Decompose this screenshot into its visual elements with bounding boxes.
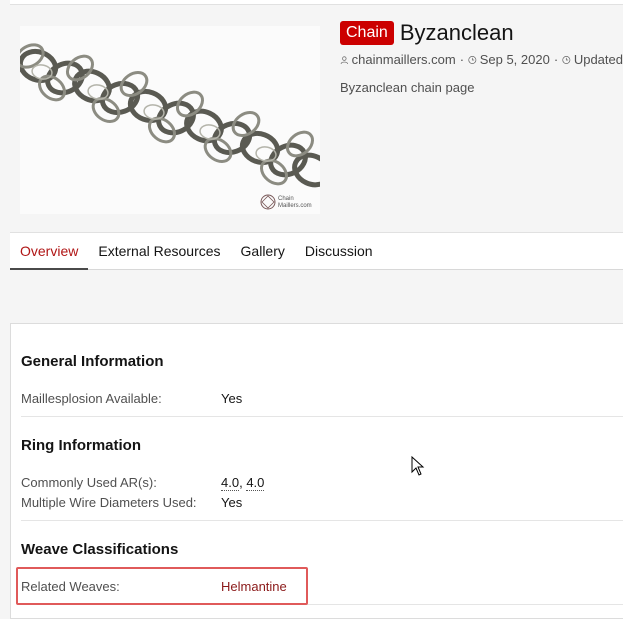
highlight-box bbox=[16, 567, 308, 605]
tab-overview[interactable]: Overview bbox=[10, 233, 89, 270]
svg-text:Chain: Chain bbox=[278, 196, 294, 202]
page-description: Byzanclean chain page bbox=[340, 80, 475, 95]
page-title: Byzanclean bbox=[399, 20, 514, 45]
weave-classifications-heading: Weave Classifications bbox=[21, 541, 179, 558]
row-value: Yes bbox=[221, 495, 243, 510]
top-border bbox=[10, 0, 623, 5]
ring-information-heading: Ring Information bbox=[21, 437, 141, 454]
weave-image[interactable]: Chain Maillers.com bbox=[20, 26, 320, 214]
info-card: General Information Maillesplosion Avail… bbox=[10, 323, 623, 619]
row-value: 4.0, 4.0 bbox=[221, 475, 265, 491]
general-information-heading: General Information bbox=[21, 353, 164, 370]
info-row: Commonly Used AR(s): 4.0, 4.0 bbox=[21, 475, 265, 491]
section-divider bbox=[21, 520, 623, 521]
mouse-cursor-icon bbox=[411, 456, 425, 476]
clock-icon bbox=[468, 55, 477, 64]
tab-discussion[interactable]: Discussion bbox=[295, 233, 383, 269]
section-divider bbox=[21, 416, 623, 417]
user-icon bbox=[340, 55, 348, 64]
author-link[interactable]: chainmaillers.com bbox=[352, 52, 456, 67]
category-badge[interactable]: Chain bbox=[340, 21, 394, 45]
ar-value[interactable]: 4.0 bbox=[221, 475, 240, 491]
info-row: Maillesplosion Available: Yes bbox=[21, 391, 242, 406]
meta-separator: · bbox=[459, 52, 465, 67]
row-label: Commonly Used AR(s): bbox=[21, 475, 157, 490]
clock-icon bbox=[562, 55, 571, 64]
row-label: Maillesplosion Available: bbox=[21, 391, 162, 406]
tab-gallery[interactable]: Gallery bbox=[231, 233, 295, 269]
meta-row: chainmaillers.com · Sep 5, 2020 · Update… bbox=[340, 52, 623, 67]
tab-bar: Overview External Resources Gallery Disc… bbox=[10, 232, 623, 270]
updated-label: Updated bbox=[573, 52, 623, 67]
ar-value[interactable]: 4.0 bbox=[246, 475, 265, 491]
row-value: Yes bbox=[221, 391, 243, 406]
title-row: Chain Byzanclean bbox=[340, 20, 514, 46]
meta-separator: · bbox=[553, 52, 559, 67]
tab-external-resources[interactable]: External Resources bbox=[88, 233, 230, 269]
info-row: Multiple Wire Diameters Used: Yes bbox=[21, 495, 242, 510]
svg-text:Maillers.com: Maillers.com bbox=[278, 203, 312, 209]
created-date: Sep 5, 2020 bbox=[479, 52, 550, 67]
row-label: Multiple Wire Diameters Used: bbox=[21, 495, 197, 510]
